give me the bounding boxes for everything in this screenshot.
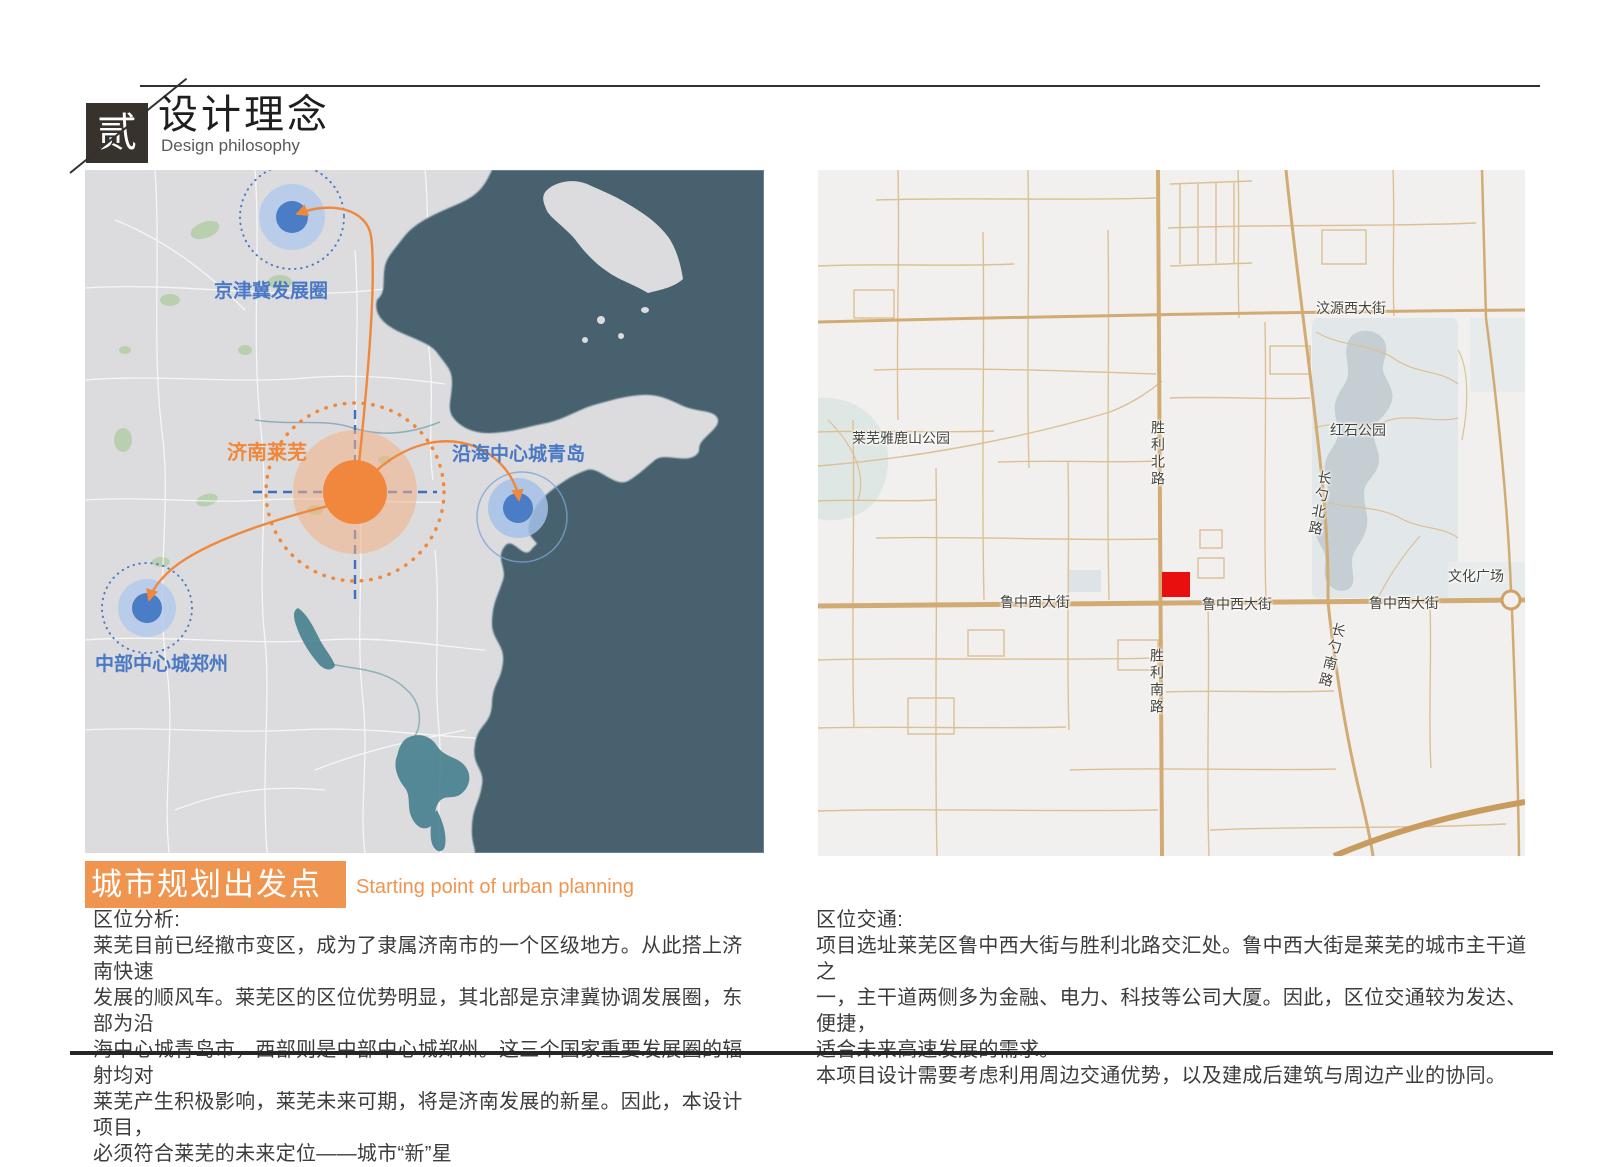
section-banner-subtitle: Starting point of urban planning — [356, 876, 634, 899]
label-shengli-north-road: 胜利北路 — [1148, 420, 1168, 488]
header-rule — [140, 85, 1540, 87]
label-hongshi-park: 红石公园 — [1330, 420, 1386, 440]
label-luzhong-west-street-1: 鲁中西大街 — [1000, 592, 1070, 612]
label-qingdao: 沿海中心城青岛 — [452, 439, 585, 466]
section-banner-title: 城市规划出发点 — [85, 861, 346, 908]
location-traffic-block: 区位交通: 项目选址莱芜区鲁中西大街与胜利北路交汇处。鲁中西大街是莱芜的城市主干… — [816, 907, 1528, 1089]
label-jingjinji-circle: 京津冀发展圈 — [186, 276, 356, 303]
location-analysis-body: 莱芜目前已经撤市变区，成为了隶属济南市的一个区级地方。从此搭上济南快速 发展的顺… — [93, 933, 761, 1167]
location-traffic-body: 项目选址莱芜区鲁中西大街与胜利北路交汇处。鲁中西大街是莱芜的城市主干道之 一，主… — [816, 933, 1528, 1089]
region-map-graphic — [85, 170, 764, 853]
location-analysis-block: 区位分析: 莱芜目前已经撤市变区，成为了隶属济南市的一个区级地方。从此搭上济南快… — [93, 907, 761, 1167]
label-jinan-laiwu: 济南莱芜 — [227, 436, 307, 465]
section-banner: 城市规划出发点 — [85, 861, 346, 908]
region-map: 京津冀发展圈 济南莱芜 沿海中心城青岛 中部中心城郑州 — [85, 170, 764, 853]
site-map-graphic — [818, 170, 1525, 856]
page-title: 设计理念 — [158, 82, 330, 140]
label-culture-square: 文化广场 — [1448, 566, 1504, 586]
label-luzhong-west-street-2: 鲁中西大街 — [1202, 594, 1272, 614]
site-map: 汶源西大街 莱芜雅鹿山公园 胜利北路 红石公园 长勺北路 文化广场 鲁中西大街 … — [818, 170, 1525, 856]
location-traffic-heading: 区位交通: — [816, 907, 1528, 933]
page-subtitle: Design philosophy — [161, 136, 300, 156]
label-wenyuan-west-street: 汶源西大街 — [1316, 298, 1386, 318]
label-shengli-south-road: 胜利南路 — [1147, 648, 1167, 716]
bottom-divider — [70, 1051, 1553, 1055]
label-zhengzhou: 中部中心城郑州 — [95, 649, 228, 676]
label-luzhong-west-street-3: 鲁中西大街 — [1369, 593, 1439, 613]
location-analysis-heading: 区位分析: — [93, 907, 761, 933]
label-yalushan-park: 莱芜雅鹿山公园 — [852, 428, 950, 448]
site-marker — [1162, 572, 1190, 597]
